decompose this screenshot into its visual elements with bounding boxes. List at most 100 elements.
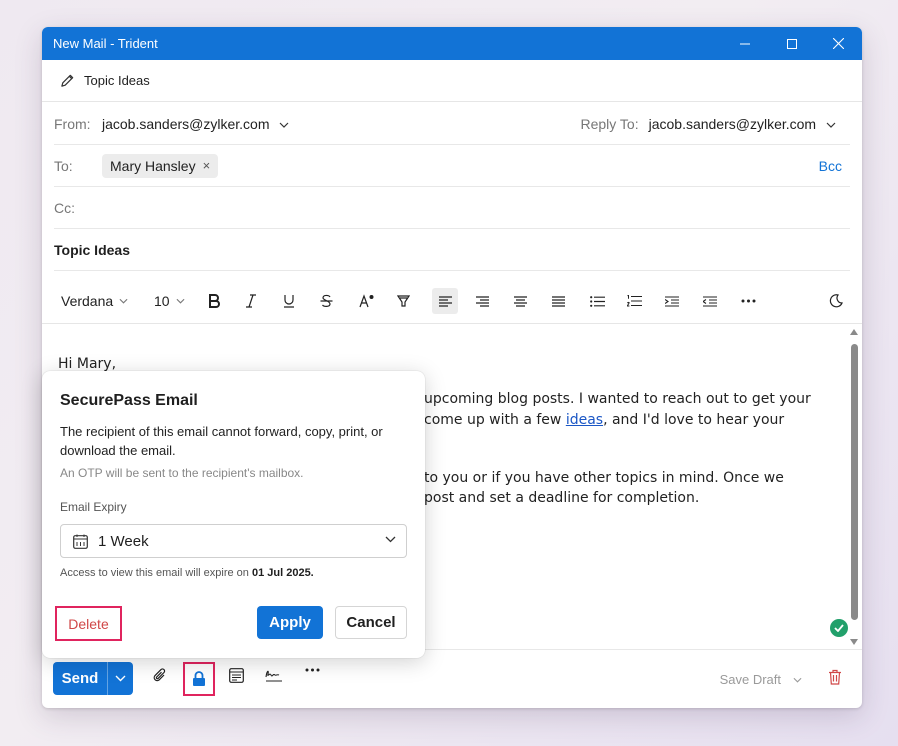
reply-to-select[interactable]: jacob.sanders@zylker.com — [649, 116, 836, 132]
to-label: To: — [54, 157, 73, 174]
font-family-select[interactable]: Verdana — [61, 288, 128, 314]
check-icon — [830, 619, 848, 637]
indent-button[interactable] — [665, 288, 679, 314]
chevron-down-icon — [826, 122, 836, 128]
access-expiry-note: Access to view this email will expire on… — [60, 567, 314, 579]
outdent-button[interactable] — [703, 288, 717, 314]
font-color-button[interactable] — [359, 288, 375, 314]
ideas-link[interactable]: ideas — [566, 412, 603, 428]
greeting: Hi Mary, — [58, 356, 117, 372]
italic-icon — [246, 294, 256, 308]
send-options-button[interactable] — [108, 662, 133, 695]
attachment-icon — [153, 668, 166, 682]
dark-mode-icon — [829, 294, 843, 308]
access-date: 01 Jul 2025. — [251, 567, 314, 579]
save-draft-button[interactable]: Save Draft — [720, 672, 802, 687]
securepass-button[interactable] — [183, 662, 215, 696]
numbered-list-button[interactable] — [627, 288, 642, 314]
recipient-chip[interactable]: Mary Hansley × — [102, 153, 219, 178]
align-right-button[interactable] — [476, 288, 489, 314]
body-line-2: come up with a few ideas, and I'd love t… — [424, 412, 784, 428]
body-line-3: to you or if you have other topics in mi… — [424, 470, 784, 486]
more-format-button[interactable] — [741, 288, 756, 314]
underline-button[interactable] — [283, 288, 295, 314]
send-button-group: Send — [53, 662, 133, 695]
align-left-button[interactable] — [432, 288, 458, 314]
pencil-icon[interactable] — [60, 73, 75, 88]
remove-recipient-icon[interactable]: × — [203, 158, 211, 173]
align-center-icon — [514, 295, 527, 307]
calendar-icon — [73, 534, 88, 549]
vertical-scrollbar[interactable] — [849, 328, 859, 646]
save-draft-label: Save Draft — [719, 672, 781, 687]
expiry-value: 1 Week — [98, 532, 149, 550]
window-title: New Mail - Trident — [53, 36, 158, 51]
recipient-name: Mary Hansley — [110, 157, 196, 174]
dark-mode-button[interactable] — [829, 288, 843, 314]
otp-note: An OTP will be sent to the recipient's m… — [60, 466, 304, 480]
format-toolbar: Verdana 10 — [54, 279, 850, 323]
more-icon — [305, 668, 320, 672]
securepass-popup: SecurePass Email The recipient of this e… — [42, 371, 425, 658]
bold-button[interactable] — [208, 288, 220, 314]
chevron-down-icon — [279, 122, 289, 128]
highlight-button[interactable] — [397, 288, 410, 314]
align-center-button[interactable] — [514, 288, 527, 314]
cc-row[interactable]: Cc: — [54, 187, 850, 229]
strikethrough-icon — [320, 294, 333, 307]
body-line-2-post: , and I'd love to hear your — [603, 412, 785, 428]
indent-icon — [665, 295, 679, 307]
cancel-button[interactable]: Cancel — [335, 606, 407, 639]
scroll-up-icon — [850, 329, 858, 335]
chevron-down-icon — [385, 536, 396, 543]
access-prefix: Access to view this email will expire on — [60, 567, 252, 579]
from-row: From: jacob.sanders@zylker.com Reply To:… — [54, 103, 850, 145]
bulleted-list-icon — [590, 295, 605, 307]
subject-header: Topic Ideas — [42, 60, 862, 102]
cc-label: Cc: — [54, 199, 75, 216]
attach-button[interactable] — [153, 668, 167, 684]
scrollbar-thumb[interactable] — [851, 344, 858, 620]
subject-row[interactable]: Topic Ideas — [54, 229, 850, 271]
maximize-icon — [786, 38, 797, 49]
expiry-label: Email Expiry — [60, 500, 127, 514]
title-bar: New Mail - Trident — [42, 27, 862, 60]
justify-button[interactable] — [552, 288, 565, 314]
body-line-1: upcoming blog posts. I wanted to reach o… — [424, 391, 811, 407]
bcc-button[interactable]: Bcc — [819, 158, 842, 174]
to-row: To: Mary Hansley × Bcc — [54, 145, 850, 187]
discard-button[interactable] — [828, 669, 842, 690]
chevron-down-icon — [115, 675, 126, 682]
more-options-button[interactable] — [305, 668, 320, 672]
reply-to-group: Reply To: jacob.sanders@zylker.com — [580, 116, 836, 132]
justify-icon — [552, 295, 565, 307]
strikethrough-button[interactable] — [320, 288, 333, 314]
expiry-select[interactable]: 1 Week — [60, 524, 407, 558]
lock-icon — [193, 671, 205, 686]
body-line-4: post and set a deadline for completion. — [424, 490, 700, 506]
from-select[interactable]: jacob.sanders@zylker.com — [102, 116, 289, 132]
bulleted-list-button[interactable] — [590, 288, 605, 314]
send-button[interactable]: Send — [53, 662, 108, 695]
chevron-down-icon — [119, 298, 128, 304]
apply-button[interactable]: Apply — [257, 606, 323, 639]
subject-header-title: Topic Ideas — [84, 73, 150, 88]
signature-button[interactable] — [265, 668, 283, 683]
font-color-icon — [359, 294, 374, 308]
reply-to-label: Reply To: — [580, 115, 639, 132]
delete-button[interactable]: Delete — [55, 606, 122, 641]
template-icon — [229, 668, 244, 683]
chevron-down-icon — [793, 677, 802, 683]
template-button[interactable] — [229, 668, 244, 683]
close-button[interactable] — [815, 27, 862, 60]
highlight-icon — [397, 295, 410, 307]
font-size-select[interactable]: 10 — [154, 288, 185, 314]
popup-title: SecurePass Email — [60, 392, 198, 409]
subject-input[interactable]: Topic Ideas — [54, 242, 130, 258]
numbered-list-icon — [627, 295, 642, 307]
underline-icon — [284, 295, 294, 308]
maximize-button[interactable] — [768, 27, 815, 60]
bold-icon — [209, 294, 220, 308]
italic-button[interactable] — [245, 288, 257, 314]
minimize-button[interactable] — [721, 27, 768, 60]
